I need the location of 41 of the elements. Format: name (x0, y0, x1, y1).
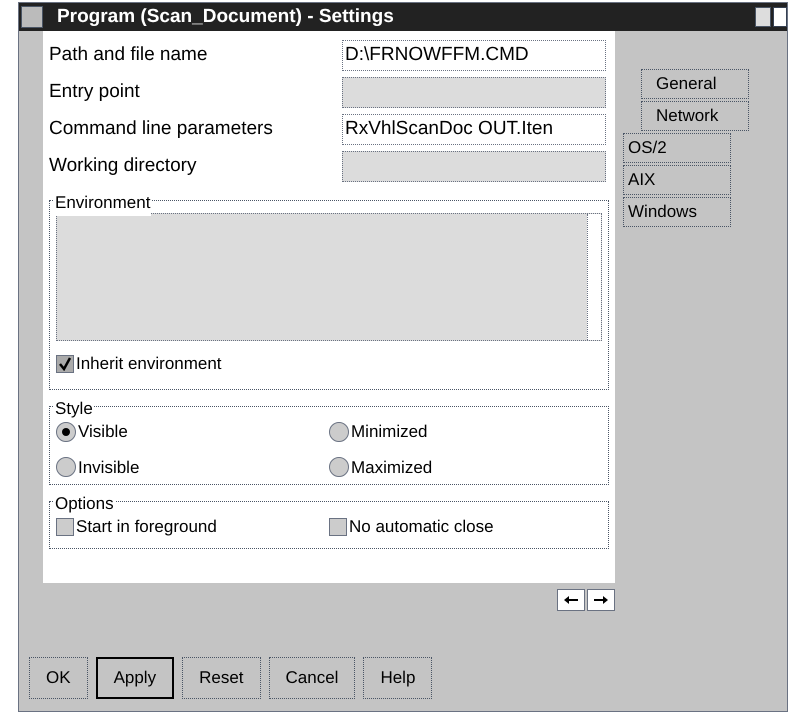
system-menu-icon[interactable] (21, 6, 43, 28)
input-field[interactable]: D:\FRNOWFFM.CMD (342, 40, 606, 70)
radio-label: Visible (78, 421, 128, 443)
dialog-button[interactable]: OK (29, 657, 88, 699)
radio-button[interactable] (329, 457, 349, 478)
radio-label: Maximized (351, 456, 432, 478)
field-label: Path and file name (49, 42, 208, 67)
dialog-button[interactable]: Reset (182, 657, 261, 699)
input-field[interactable]: RxVhlScanDoc OUT.Iten (342, 114, 606, 144)
checkbox-label: No automatic close (349, 516, 494, 538)
dialog-button[interactable]: Help (363, 657, 432, 699)
previous-page-button[interactable] (557, 589, 585, 611)
checkbox[interactable] (56, 354, 74, 373)
radio-button[interactable] (329, 422, 349, 442)
maximize-icon[interactable] (773, 7, 787, 27)
window-title: Program (Scan_Document) - Settings (57, 4, 395, 29)
radio-label: Invisible (78, 456, 140, 478)
notebook-tab[interactable]: Windows (623, 197, 731, 227)
right-arrow-icon (593, 595, 609, 605)
left-arrow-icon (563, 595, 579, 605)
field-label: Command line parameters (49, 116, 274, 141)
notebook-tab[interactable]: General (641, 69, 749, 99)
minimize-icon[interactable] (755, 7, 771, 27)
checkbox[interactable] (56, 518, 74, 536)
scrollbar[interactable] (587, 214, 601, 340)
input-field[interactable] (342, 76, 606, 108)
field-label: Working directory (49, 154, 198, 178)
next-page-button[interactable] (587, 589, 615, 611)
dialog-button[interactable]: Cancel (268, 657, 356, 699)
radio-label: Minimized (351, 421, 428, 443)
radio-button[interactable] (56, 422, 76, 442)
notebook-tab[interactable]: AIX (623, 165, 731, 195)
radio-button[interactable] (56, 457, 76, 478)
dialog-button[interactable]: Apply (96, 657, 174, 699)
input-field[interactable] (342, 150, 606, 182)
notebook-tab[interactable]: Network (641, 101, 749, 131)
checkbox[interactable] (329, 518, 347, 536)
checkbox-label: Start in foreground (76, 516, 217, 538)
notebook-tab[interactable]: OS/2 (623, 133, 731, 163)
field-label: Entry point (49, 80, 141, 104)
checkbox-label: Inherit environment (76, 353, 222, 375)
